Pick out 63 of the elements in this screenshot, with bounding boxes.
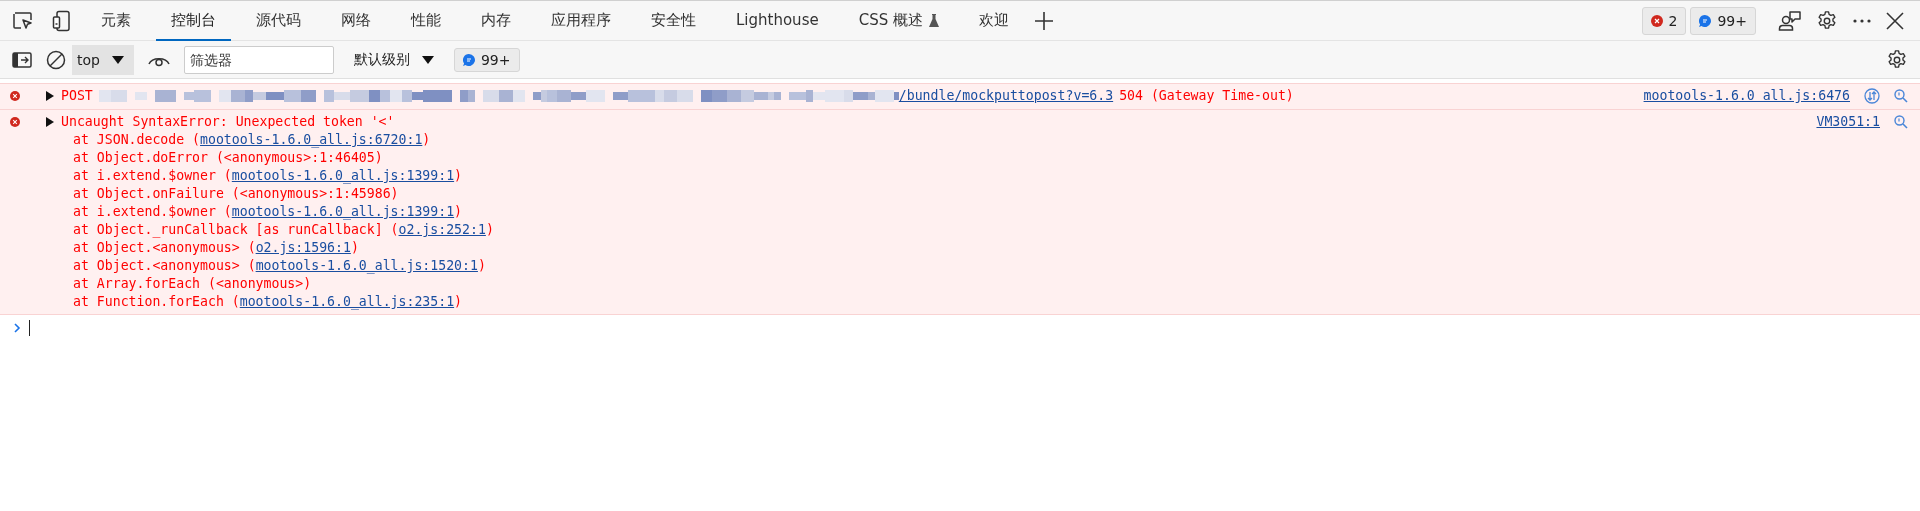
tab[interactable]: 安全性 <box>636 1 711 41</box>
stack-frame: at i.extend.$owner (mootools-1.6.0_all.js:1399:1) <box>61 167 1817 185</box>
stack-frame: at Function.forEach (mootools-1.6.0_all.js:235:1) <box>61 293 1817 311</box>
tab[interactable]: 网络 <box>326 1 386 41</box>
tab[interactable]: CSS 概述 <box>843 1 954 41</box>
filter-field[interactable]: 筛选器 <box>183 45 334 74</box>
source-link[interactable]: mootools-1.6.0_all.js:1399:1 <box>231 204 455 219</box>
source-link[interactable]: mootools-1.6.0_all.js:1520:1 <box>255 258 478 273</box>
prompt-chevron-icon <box>14 323 21 333</box>
source-link[interactable]: mootools-1.6.0_all.js:1399:1 <box>231 168 455 183</box>
sidebar-toggle-icon[interactable] <box>12 51 32 68</box>
tab[interactable]: 内存 <box>466 1 526 41</box>
network-request-icon[interactable] <box>1864 88 1880 104</box>
message-count-badge[interactable]: 99+ <box>453 47 520 72</box>
source-link[interactable]: VM3051:1 <box>1816 113 1880 131</box>
settings-icon[interactable] <box>1886 48 1908 71</box>
stack-frame: at Object.<anonymous> (mootools-1.6.0_all.js:1520:1) <box>61 257 1817 275</box>
request-method: POST <box>61 87 93 105</box>
expand-triangle-icon[interactable] <box>46 117 54 127</box>
tab[interactable]: 应用程序 <box>536 1 626 41</box>
device-icon[interactable] <box>52 9 72 32</box>
log-level-dropdown[interactable]: 默认级别 <box>347 50 440 69</box>
stack-frame: at Object._runCallback [as runCallback] (o2.js:252:1) <box>61 221 1817 239</box>
inspect-icon[interactable] <box>12 10 34 31</box>
error-icon <box>1650 14 1663 27</box>
search-icon[interactable] <box>1894 115 1908 129</box>
source-link[interactable]: mootools-1.6.0_all.js:235:1 <box>239 294 455 309</box>
close-icon[interactable] <box>1886 11 1904 30</box>
stack-frame: at i.extend.$owner (mootools-1.6.0_all.js:1399:1) <box>61 203 1817 221</box>
tab[interactable]: Lighthouse <box>721 1 834 41</box>
settings-icon[interactable] <box>1816 9 1838 32</box>
stack-frame: at Array.forEach (<anonymous>) <box>61 275 1817 293</box>
tab[interactable]: 源代码 <box>241 1 316 41</box>
error-icon <box>10 117 20 127</box>
status-text: 504 (Gateway Time-out) <box>1119 87 1294 105</box>
expand-triangle-icon[interactable] <box>46 91 54 101</box>
text-cursor <box>29 320 30 336</box>
request-url-link[interactable]: /bundle/mockputtopost?v=6.3 <box>898 87 1114 105</box>
error-message: Uncaught SyntaxError: Unexpected token '<' <box>61 113 395 131</box>
add-tab-icon[interactable] <box>1033 10 1054 31</box>
source-link[interactable]: mootools-1.6.0_all.js:6720:1 <box>200 132 423 147</box>
message-icon <box>1699 14 1712 27</box>
tab[interactable]: 欢迎 <box>963 1 1024 41</box>
source-link[interactable]: mootools-1.6.0 all.js:6476 <box>1643 87 1850 105</box>
context-dropdown[interactable]: top <box>72 44 134 75</box>
more-icon[interactable] <box>1852 17 1872 24</box>
search-icon[interactable] <box>1894 89 1908 103</box>
stack-frame: at Object.doError (<anonymous>:1:46405) <box>61 149 1817 167</box>
source-link[interactable]: o2.js:252:1 <box>398 222 486 237</box>
stack-frame: at Object.onFailure (<anonymous>:1:45986) <box>61 185 1817 203</box>
feedback-icon[interactable] <box>1778 9 1802 32</box>
tab[interactable]: 性能 <box>396 1 456 41</box>
clear-console-icon[interactable] <box>46 49 66 70</box>
message-icon <box>462 53 475 66</box>
message-count-badge[interactable]: 99+ <box>1690 6 1756 35</box>
caret-icon <box>111 55 124 64</box>
error-icon <box>10 91 20 101</box>
stack-frame: at JSON.decode (mootools-1.6.0_all.js:6720:1) <box>61 131 1817 149</box>
error-count-badge[interactable]: 2 <box>1641 6 1687 35</box>
caret-icon <box>421 55 434 64</box>
source-link[interactable]: o2.js:1596:1 <box>255 240 351 255</box>
tab[interactable]: 元素 <box>86 1 146 41</box>
stack-frame: at Object.<anonymous> (o2.js:1596:1) <box>61 239 1817 257</box>
